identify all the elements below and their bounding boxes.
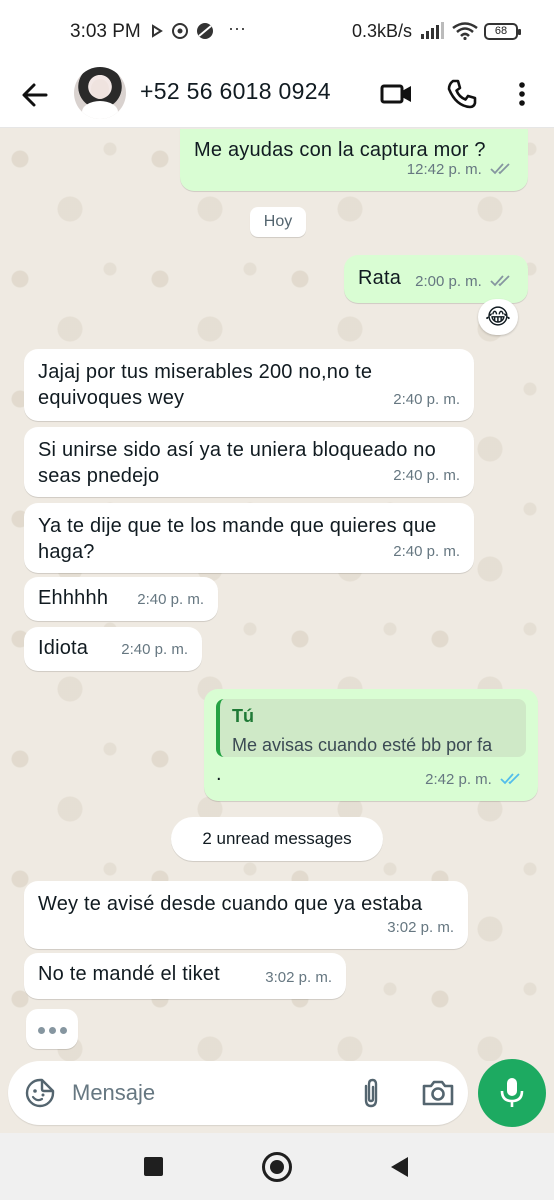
more-notifications: ···	[228, 18, 246, 38]
message-input[interactable]	[72, 1073, 332, 1113]
wifi-icon	[452, 22, 478, 40]
typing-indicator	[26, 1009, 78, 1049]
message-time: 2:40 p. m.	[393, 543, 460, 560]
message-text: Wey te avisé desde cuando que ya estaba	[38, 893, 423, 915]
status-bar: 3:03 PM ··· 0.3kB/s 68	[0, 0, 554, 62]
message-time: 2:40 p. m.	[393, 467, 460, 484]
network-speed: 0.3kB/s	[352, 21, 413, 41]
typing-dot	[49, 1027, 56, 1034]
quoted-text: Me avisas cuando esté bb por fa	[232, 735, 493, 755]
composer-bar	[0, 1059, 554, 1133]
outgoing-message[interactable]: Rata 2:00 p. m.	[344, 255, 528, 303]
contact-name[interactable]: +52 56 6018 0924	[140, 78, 331, 105]
mic-icon	[500, 1078, 524, 1107]
message-meta: 2:42 p. m.	[425, 767, 524, 793]
outgoing-message[interactable]: Me ayudas con la captura mor ? 12:42 p. …	[180, 129, 528, 191]
avatar-face	[91, 79, 109, 99]
message-time: 2:40 p. m.	[393, 391, 460, 408]
date-divider: Hoy	[250, 207, 306, 237]
message-meta: 12:42 p. m.	[407, 157, 514, 183]
play-icon	[152, 24, 163, 38]
double-check-icon	[490, 163, 510, 175]
camera-icon[interactable]	[420, 1076, 456, 1110]
incoming-message[interactable]: Jajaj por tus miserables 200 no,no te eq…	[24, 349, 474, 421]
chat-header: +52 56 6018 0924	[0, 62, 554, 128]
system-back-icon[interactable]	[388, 1155, 412, 1179]
incoming-message[interactable]: Idiota 2:40 p. m.	[24, 627, 202, 671]
message-time: 2:42 p. m.	[425, 771, 492, 788]
message-time: 3:02 p. m.	[265, 969, 332, 986]
typing-dot	[60, 1027, 67, 1034]
voice-record-button[interactable]	[478, 1059, 546, 1127]
incoming-message[interactable]: Wey te avisé desde cuando que ya estaba …	[24, 881, 468, 949]
message-text: Ya te dije que te los mande que quieres …	[38, 515, 437, 563]
quoted-author: Tú	[232, 706, 254, 726]
chat-area[interactable]: Me ayudas con la captura mor ? 12:42 p. …	[0, 129, 554, 1061]
video-call-icon[interactable]	[379, 76, 415, 112]
typing-dot	[38, 1027, 45, 1034]
battery-icon: 68	[484, 23, 521, 40]
home-button[interactable]	[262, 1152, 292, 1182]
attach-icon[interactable]	[354, 1076, 388, 1110]
back-arrow-icon[interactable]	[18, 78, 52, 112]
recents-button[interactable]	[144, 1157, 163, 1176]
message-time: 12:42 p. m.	[406, 161, 482, 178]
incoming-message[interactable]: Si unirse sido así ya te uniera bloquead…	[24, 427, 474, 497]
more-vert-icon[interactable]	[505, 76, 539, 112]
emoji-sticker-icon[interactable]	[24, 1077, 56, 1109]
contact-avatar[interactable]	[74, 67, 126, 119]
reaction-emoji[interactable]: 😂	[478, 299, 518, 335]
signal-icon	[421, 22, 444, 39]
incoming-message[interactable]: No te mandé el tiket 3:02 p. m.	[24, 953, 346, 999]
message-time: 2:40 p. m.	[137, 591, 204, 608]
incoming-message[interactable]: Ehhhhh 2:40 p. m.	[24, 577, 218, 621]
status-time: 3:03 PM	[70, 21, 141, 42]
message-time: 3:02 p. m.	[387, 919, 454, 936]
message-time: 2:00 p. m.	[415, 273, 482, 290]
quoted-message[interactable]: Tú Me avisas cuando esté bb por fa	[216, 699, 526, 757]
message-meta: 2:00 p. m.	[415, 269, 514, 295]
read-receipt-icon	[500, 773, 520, 785]
system-nav-bar	[0, 1133, 554, 1200]
message-text: .	[216, 763, 222, 785]
message-composer[interactable]	[8, 1061, 468, 1125]
incoming-message[interactable]: Ya te dije que te los mande que quieres …	[24, 503, 474, 573]
messenger-icon	[172, 23, 188, 39]
outgoing-reply-message[interactable]: Tú Me avisas cuando esté bb por fa . 2:4…	[204, 689, 538, 801]
double-check-icon	[490, 275, 510, 287]
message-text: Jajaj por tus miserables 200 no,no te eq…	[38, 361, 373, 409]
unread-messages-divider: 2 unread messages	[171, 817, 383, 861]
vpn-icon	[197, 23, 213, 39]
message-time: 2:40 p. m.	[121, 641, 188, 658]
voice-call-icon[interactable]	[444, 76, 480, 112]
avatar-shirt	[82, 101, 118, 119]
